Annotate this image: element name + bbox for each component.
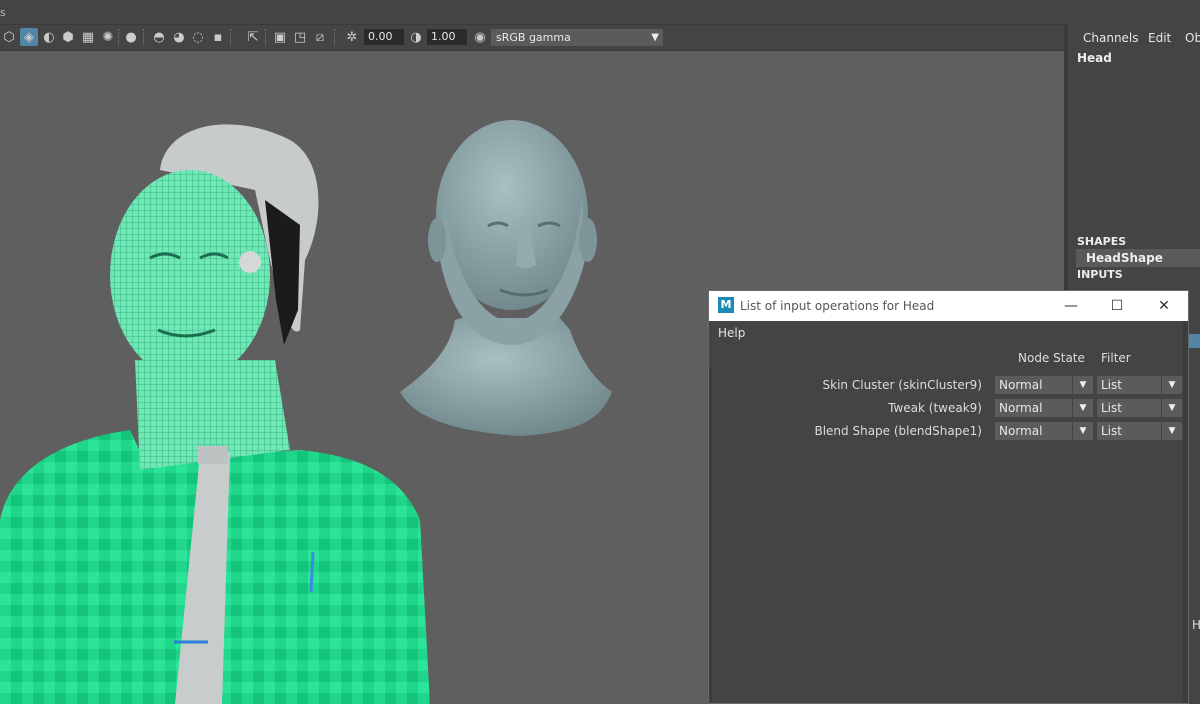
- chevron-down-icon: ▼: [1161, 376, 1182, 394]
- menu-object[interactable]: Ob: [1185, 31, 1200, 45]
- object-name[interactable]: Head: [1077, 51, 1112, 65]
- operation-label[interactable]: Tweak (tweak9): [888, 401, 982, 415]
- menu-edit[interactable]: Edit: [1148, 31, 1171, 45]
- header-filter: Filter: [1101, 351, 1131, 365]
- header-node-state: Node State: [1018, 351, 1085, 365]
- filter-dropdown[interactable]: List ▼: [1097, 376, 1182, 394]
- chevron-down-icon: ▼: [1072, 376, 1093, 394]
- cut-label: H: [1192, 618, 1200, 632]
- chevron-down-icon: ▼: [1161, 422, 1182, 440]
- node-state-dropdown[interactable]: Normal ▼: [995, 376, 1093, 394]
- channel-box-edge: H: [1189, 290, 1200, 704]
- viewport-menu-strip: s: [0, 0, 1068, 24]
- shapes-header: SHAPES: [1077, 235, 1127, 248]
- shape-name[interactable]: HeadShape: [1086, 251, 1163, 265]
- dialog-titlebar[interactable]: M List of input operations for Head — ☐ …: [709, 291, 1188, 321]
- channel-box-menubar: Channels Edit Ob: [1068, 28, 1200, 46]
- selected-strip: [1189, 334, 1200, 348]
- maximize-icon[interactable]: ☐: [1103, 295, 1131, 317]
- node-state-dropdown[interactable]: Normal ▼: [995, 399, 1093, 417]
- dialog-title: List of input operations for Head: [740, 299, 935, 313]
- cut-menu-letter: s: [0, 6, 6, 19]
- filter-dropdown[interactable]: List ▼: [1097, 399, 1182, 417]
- operation-row: Skin Cluster (skinCluster9) Normal ▼ Lis…: [709, 375, 1188, 395]
- input-operations-dialog: M List of input operations for Head — ☐ …: [708, 290, 1189, 704]
- dialog-menubar: Help: [709, 323, 1188, 343]
- operation-row: Tweak (tweak9) Normal ▼ List ▼: [709, 398, 1188, 418]
- menu-channels[interactable]: Channels: [1083, 31, 1139, 45]
- operation-label[interactable]: Blend Shape (blendShape1): [814, 424, 982, 438]
- minimize-icon[interactable]: —: [1057, 295, 1085, 317]
- maya-app-icon: M: [718, 297, 734, 313]
- operation-label[interactable]: Skin Cluster (skinCluster9): [823, 378, 982, 392]
- column-header: Node State Filter: [709, 351, 1188, 367]
- inputs-header: INPUTS: [1077, 268, 1123, 281]
- filter-dropdown[interactable]: List ▼: [1097, 422, 1182, 440]
- chevron-down-icon: ▼: [1072, 422, 1093, 440]
- operation-row: Blend Shape (blendShape1) Normal ▼ List …: [709, 421, 1188, 441]
- node-state-dropdown[interactable]: Normal ▼: [995, 422, 1093, 440]
- menu-help[interactable]: Help: [718, 326, 745, 340]
- chevron-down-icon: ▼: [1161, 399, 1182, 417]
- chevron-down-icon: ▼: [1072, 399, 1093, 417]
- close-icon[interactable]: ✕: [1150, 295, 1178, 317]
